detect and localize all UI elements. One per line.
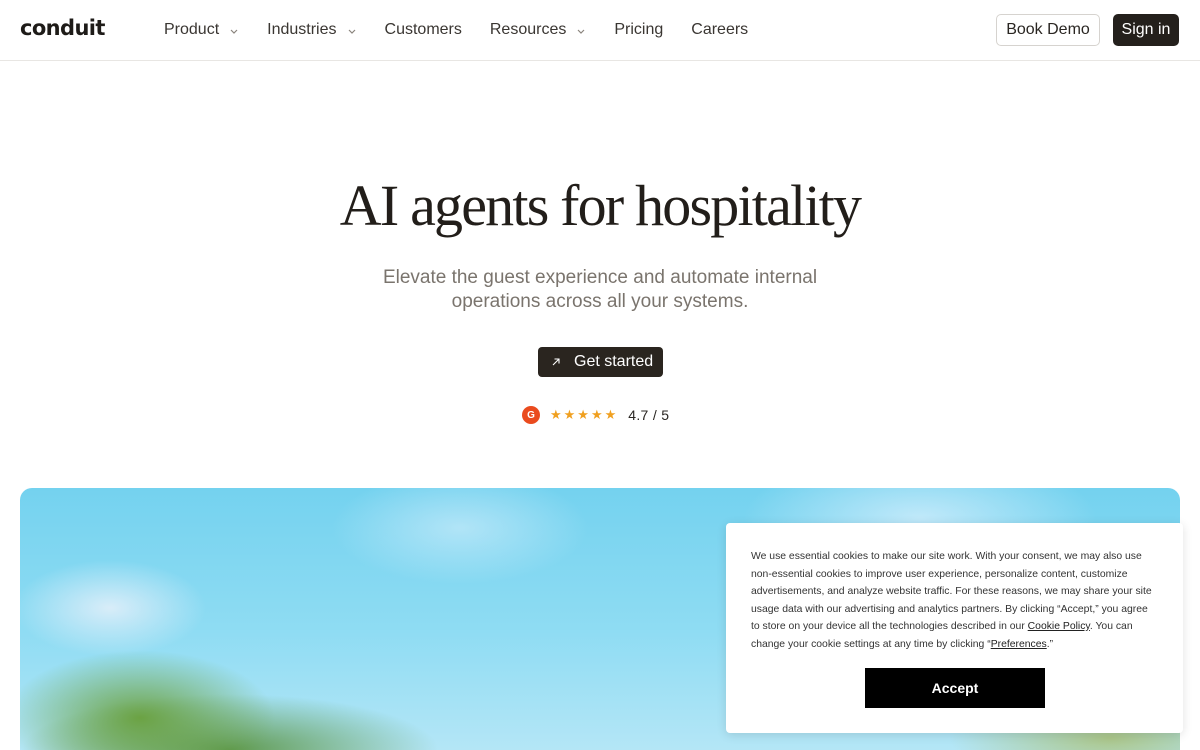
chevron-down-icon <box>347 26 357 36</box>
hero-subtitle: Elevate the guest experience and automat… <box>382 267 818 312</box>
nav-item-label: Customers <box>384 21 462 38</box>
rating-score: 4.7 / 5 <box>628 407 670 423</box>
chevron-down-icon <box>229 26 239 36</box>
get-started-label: Get started <box>574 353 654 370</box>
cookie-banner: We use essential cookies to make our sit… <box>726 523 1183 733</box>
nav-item-industries[interactable]: Industries <box>267 21 356 39</box>
nav-item-label: Pricing <box>614 21 664 38</box>
nav-menu: Product Industries Customers Resources P… <box>164 0 776 60</box>
cookie-text-part: .” <box>1046 638 1054 650</box>
preferences-link[interactable]: Preferences <box>991 639 1047 650</box>
nav-item-careers[interactable]: Careers <box>691 21 748 39</box>
sign-in-button[interactable]: Sign in <box>1113 14 1179 46</box>
cookie-text-part: We use essential cookies to make our sit… <box>751 551 1152 632</box>
chevron-down-icon <box>576 26 586 36</box>
nav-item-label: Product <box>164 21 220 38</box>
nav-item-label: Careers <box>691 21 749 38</box>
nav-item-customers[interactable]: Customers <box>385 21 462 39</box>
rating-stars: ★★★★★ <box>550 407 619 422</box>
nav-item-pricing[interactable]: Pricing <box>614 21 663 39</box>
cookie-policy-link[interactable]: Cookie Policy <box>1028 621 1090 632</box>
cookie-consent-text: We use essential cookies to make our sit… <box>751 548 1159 653</box>
accept-cookies-button[interactable]: Accept <box>865 668 1045 708</box>
top-navigation: conduit Product Industries Customers Res… <box>0 0 1200 61</box>
nav-item-resources[interactable]: Resources <box>490 21 586 39</box>
nav-item-label: Resources <box>489 21 567 38</box>
get-started-button[interactable]: Get started <box>538 347 663 377</box>
conduit-logo[interactable]: conduit <box>20 16 105 40</box>
hero-title: AI agents for hospitality <box>339 173 862 238</box>
nav-item-label: Industries <box>267 21 337 38</box>
arrow-up-right-icon <box>552 358 560 366</box>
book-demo-button[interactable]: Book Demo <box>996 14 1100 46</box>
g2-rating[interactable]: G ★★★★★ 4.7 / 5 <box>522 405 669 425</box>
nav-item-product[interactable]: Product <box>164 21 239 39</box>
g2-logo-icon: G <box>522 406 540 424</box>
